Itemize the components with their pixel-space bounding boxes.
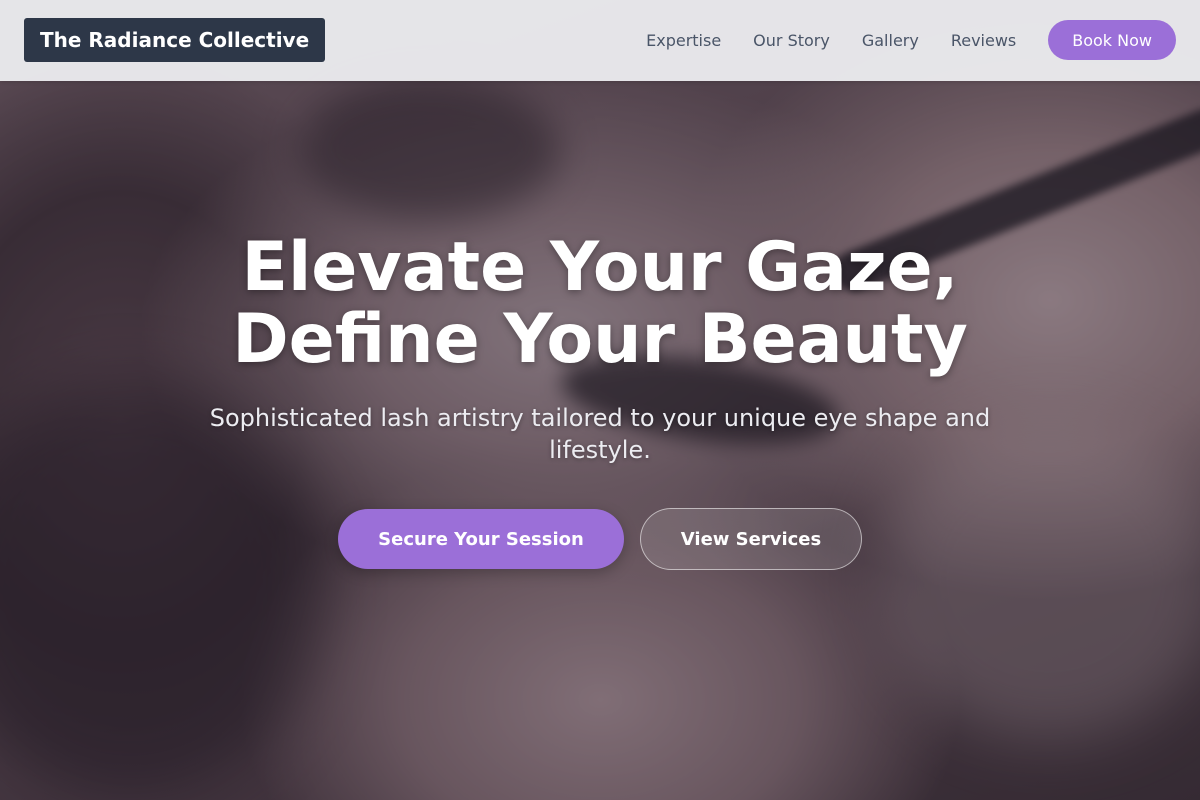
- secure-session-button[interactable]: Secure Your Session: [338, 509, 624, 569]
- nav-link-gallery[interactable]: Gallery: [862, 31, 919, 50]
- nav-link-our-story[interactable]: Our Story: [753, 31, 830, 50]
- nav-link-reviews[interactable]: Reviews: [951, 31, 1016, 50]
- hero-title: Elevate Your Gaze, Define Your Beauty: [0, 232, 1200, 376]
- book-now-button[interactable]: Book Now: [1048, 20, 1176, 60]
- hero-subtitle: Sophisticated lash artistry tailored to …: [209, 404, 991, 464]
- hero-buttons: Secure Your Session View Services: [0, 508, 1200, 570]
- brand-logo[interactable]: The Radiance Collective: [24, 18, 326, 62]
- site-header: The Radiance Collective Expertise Our St…: [0, 0, 1200, 81]
- nav-link-expertise[interactable]: Expertise: [646, 31, 721, 50]
- hero-section: Elevate Your Gaze, Define Your Beauty So…: [0, 232, 1200, 570]
- hero-title-line-1: Elevate Your Gaze,: [241, 228, 959, 307]
- main-nav: Expertise Our Story Gallery Reviews Book…: [646, 20, 1176, 60]
- view-services-button[interactable]: View Services: [640, 508, 862, 570]
- hero-title-line-2: Define Your Beauty: [232, 300, 968, 379]
